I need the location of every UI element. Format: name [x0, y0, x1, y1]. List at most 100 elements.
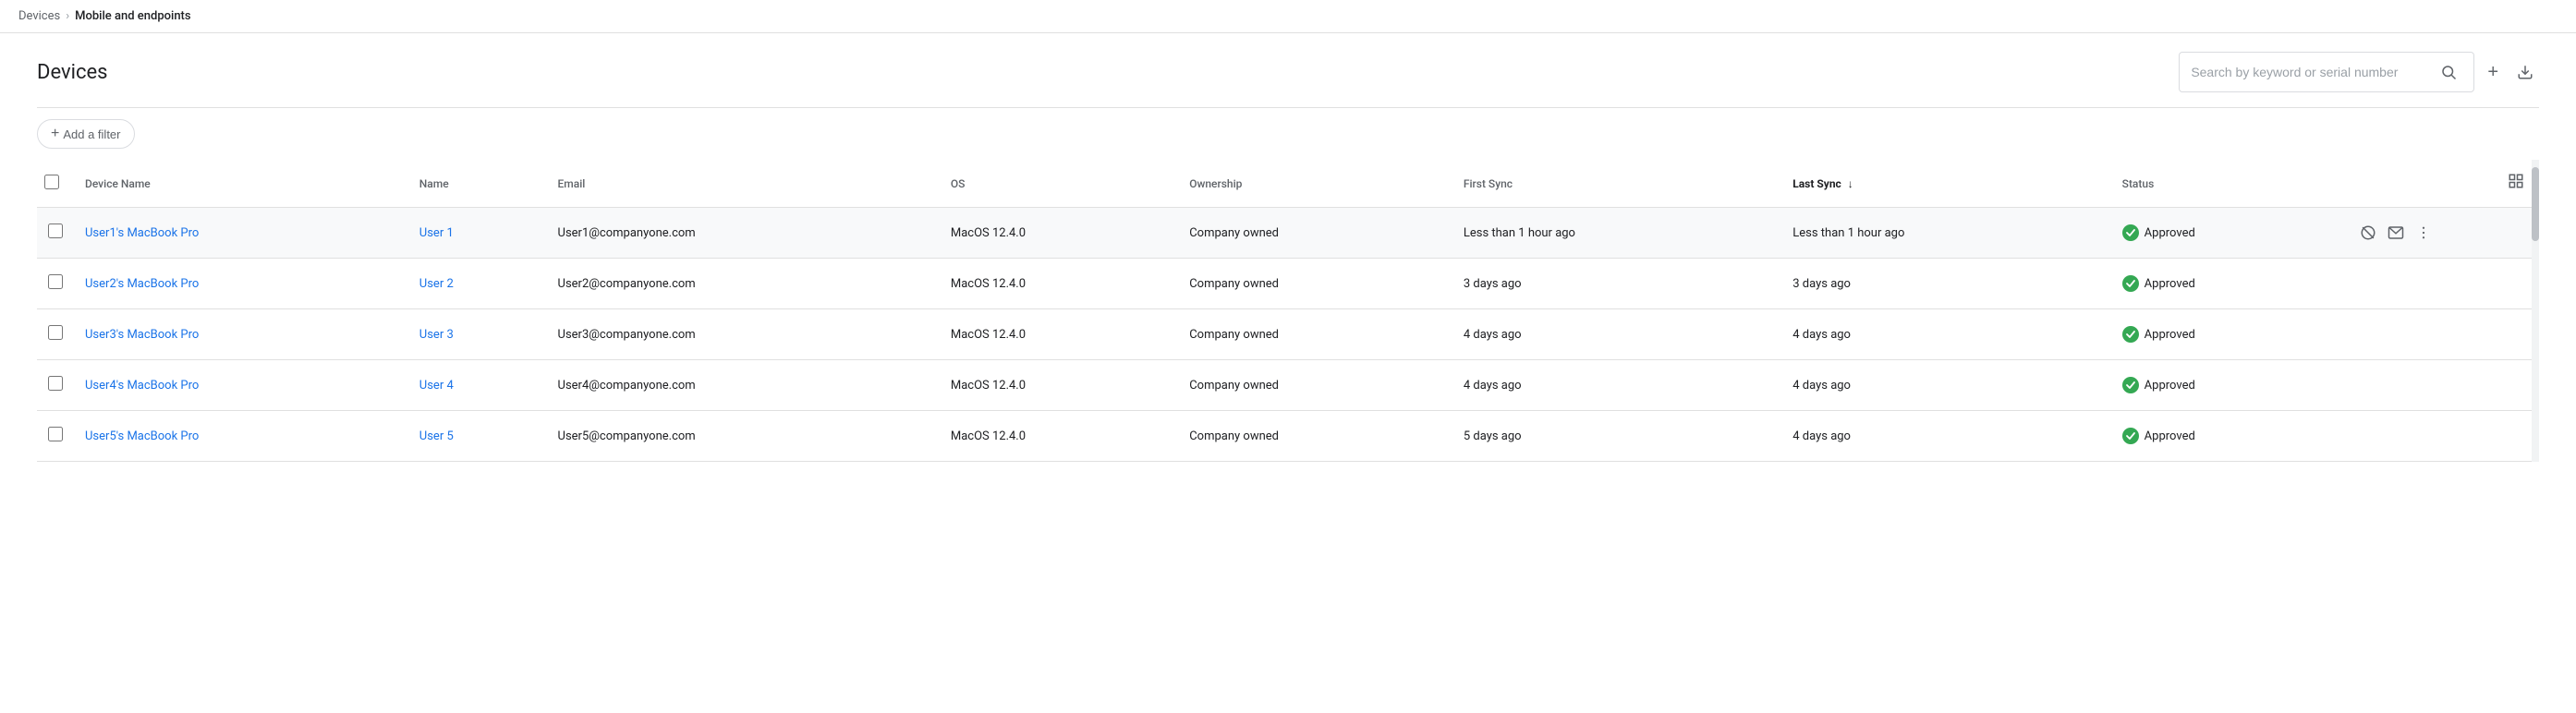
user-name-link[interactable]: User 5	[419, 429, 454, 443]
scrollbar-thumb[interactable]	[2532, 167, 2539, 241]
last-sync-cell: 4 days ago	[1781, 411, 2110, 462]
column-settings-button[interactable]	[2504, 169, 2528, 198]
main-content: Devices +	[0, 33, 2576, 462]
status-approved-icon	[2122, 275, 2139, 292]
table-row: User5's MacBook Pro User 5 User5@companyon…	[37, 411, 2539, 462]
os-cell: MacOS 12.4.0	[940, 208, 1178, 259]
row-checkbox[interactable]	[48, 427, 63, 441]
header-actions: +	[2179, 52, 2539, 92]
email-button[interactable]	[2384, 322, 2408, 346]
table-header-row: Device Name Name Email OS Ownership	[37, 160, 2539, 208]
row-checkbox[interactable]	[48, 325, 63, 340]
sort-arrow-icon: ↓	[1848, 177, 1853, 190]
col-name: Name	[408, 160, 547, 208]
email-button[interactable]	[2384, 272, 2408, 296]
search-button[interactable]	[2435, 58, 2462, 86]
ownership-cell: Company owned	[1178, 309, 1452, 360]
status-approved-icon	[2122, 224, 2139, 241]
device-name-link[interactable]: User3's MacBook Pro	[85, 328, 199, 342]
download-button[interactable]	[2511, 58, 2539, 86]
col-settings-icon	[2508, 173, 2524, 189]
device-name-cell: User4's MacBook Pro	[74, 360, 408, 411]
devices-table: Device Name Name Email OS Ownership	[37, 160, 2539, 462]
row-checkbox-cell	[37, 360, 74, 411]
page-title: Devices	[37, 61, 108, 84]
col-first-sync: First Sync	[1452, 160, 1781, 208]
status-cell: Approved	[2111, 360, 2345, 411]
select-all-checkbox[interactable]	[44, 175, 59, 189]
more-options-button[interactable]	[2412, 221, 2436, 245]
user-name-cell: User 4	[408, 360, 547, 411]
plus-icon: +	[2487, 62, 2498, 83]
filter-plus-icon: +	[51, 126, 59, 142]
table-body: User1's MacBook Pro User 1 User1@companyon…	[37, 208, 2539, 462]
status-text: Approved	[2145, 226, 2195, 240]
col-last-sync[interactable]: Last Sync ↓	[1781, 160, 2110, 208]
add-button[interactable]: +	[2482, 56, 2504, 89]
col-status: Status	[2111, 160, 2345, 208]
device-name-link[interactable]: User1's MacBook Pro	[85, 226, 199, 240]
status-approved-icon	[2122, 377, 2139, 393]
os-cell: MacOS 12.4.0	[940, 360, 1178, 411]
device-name-cell: User3's MacBook Pro	[74, 309, 408, 360]
status-cell: Approved	[2111, 208, 2345, 259]
block-button[interactable]	[2356, 424, 2380, 448]
more-options-button[interactable]	[2412, 272, 2436, 296]
block-button[interactable]	[2356, 373, 2380, 397]
table-wrapper: Device Name Name Email OS Ownership	[37, 160, 2539, 462]
status-cell: Approved	[2111, 309, 2345, 360]
email-button[interactable]	[2384, 221, 2408, 245]
user-name-link[interactable]: User 1	[419, 226, 454, 240]
status-text: Approved	[2145, 429, 2195, 443]
breadcrumb-separator: ›	[66, 9, 69, 23]
last-sync-cell: Less than 1 hour ago	[1781, 208, 2110, 259]
breadcrumb-parent[interactable]: Devices	[18, 9, 60, 23]
row-checkbox[interactable]	[48, 224, 63, 238]
row-actions-cell	[2345, 259, 2493, 309]
os-cell: MacOS 12.4.0	[940, 309, 1178, 360]
table-row: User4's MacBook ProUser 4User4@companyon…	[37, 360, 2539, 411]
col-actions-spacer	[2345, 160, 2493, 208]
user-name-cell: User 3	[408, 309, 547, 360]
email-button[interactable]	[2384, 424, 2408, 448]
table-row: User2's MacBook ProUser 2User2@companyon…	[37, 259, 2539, 309]
user-name-link[interactable]: User 4	[419, 379, 454, 393]
email-button[interactable]	[2384, 373, 2408, 397]
user-name-link[interactable]: User 2	[419, 277, 454, 291]
first-sync-cell: 5 days ago	[1452, 411, 1781, 462]
select-all-cell[interactable]	[37, 160, 74, 208]
row-checkbox[interactable]	[48, 274, 63, 289]
row-checkbox[interactable]	[48, 376, 63, 391]
first-sync-cell: 4 days ago	[1452, 309, 1781, 360]
scrollbar-track[interactable]	[2532, 160, 2539, 462]
col-email: Email	[547, 160, 940, 208]
device-name-link[interactable]: User5's MacBook Pro	[85, 429, 199, 443]
status-text: Approved	[2145, 379, 2195, 393]
user-name-cell: User 1	[408, 208, 547, 259]
col-os: OS	[940, 160, 1178, 208]
email-cell: User5@companyone.com	[547, 411, 940, 462]
first-sync-cell: 3 days ago	[1452, 259, 1781, 309]
table-row: User3's MacBook ProUser 3User3@companyon…	[37, 309, 2539, 360]
row-checkbox-cell	[37, 208, 74, 259]
search-input[interactable]	[2191, 65, 2435, 79]
device-name-cell: User2's MacBook Pro	[74, 259, 408, 309]
more-options-button[interactable]	[2412, 322, 2436, 346]
more-options-button[interactable]	[2412, 373, 2436, 397]
email-cell: User1@companyone.com	[547, 208, 940, 259]
breadcrumb-current: Mobile and endpoints	[75, 9, 190, 23]
more-options-button[interactable]	[2412, 424, 2436, 448]
block-button[interactable]	[2356, 322, 2380, 346]
row-checkbox-cell	[37, 259, 74, 309]
status-cell: Approved	[2111, 411, 2345, 462]
device-name-link[interactable]: User2's MacBook Pro	[85, 277, 199, 291]
row-actions-cell	[2345, 411, 2493, 462]
last-sync-cell: 4 days ago	[1781, 309, 2110, 360]
block-button[interactable]	[2356, 272, 2380, 296]
block-button[interactable]	[2356, 221, 2380, 245]
user-name-cell: User 5	[408, 411, 547, 462]
add-filter-button[interactable]: + Add a filter	[37, 119, 135, 149]
os-cell: MacOS 12.4.0	[940, 259, 1178, 309]
device-name-link[interactable]: User4's MacBook Pro	[85, 379, 199, 393]
user-name-link[interactable]: User 3	[419, 328, 454, 342]
